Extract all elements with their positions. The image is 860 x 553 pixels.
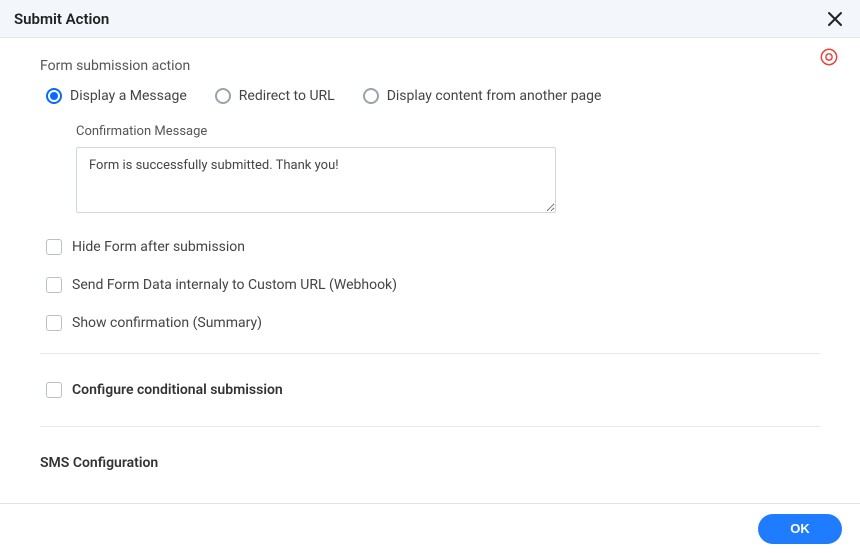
section-title: Form submission action	[40, 58, 820, 74]
divider	[40, 426, 820, 427]
lifebuoy-icon	[820, 48, 838, 66]
radio-label: Redirect to URL	[239, 88, 335, 104]
radio-icon	[215, 88, 231, 104]
help-button[interactable]	[820, 48, 838, 66]
checkbox-label: Hide Form after submission	[72, 239, 245, 255]
radio-label: Display content from another page	[387, 88, 602, 104]
radio-display-message[interactable]: Display a Message	[46, 88, 187, 104]
ok-button[interactable]: OK	[758, 514, 842, 544]
checkbox-label: Configure conditional submission	[72, 382, 283, 398]
radio-icon	[46, 88, 62, 104]
checkbox-webhook[interactable]: Send Form Data internaly to Custom URL (…	[40, 277, 820, 293]
checkbox-icon	[46, 277, 62, 293]
confirmation-block: Confirmation Message	[76, 124, 820, 217]
dialog-body-scroll[interactable]: Form submission action Display a Message…	[0, 38, 860, 503]
form-submission-section: Form submission action Display a Message…	[0, 38, 860, 471]
checkbox-icon	[46, 382, 62, 398]
checkbox-icon	[46, 239, 62, 255]
checkbox-summary[interactable]: Show confirmation (Summary)	[40, 315, 820, 331]
dialog-title: Submit Action	[14, 10, 109, 28]
confirmation-textarea[interactable]	[76, 147, 556, 213]
radio-label: Display a Message	[70, 88, 187, 104]
radio-icon	[363, 88, 379, 104]
divider	[40, 353, 820, 354]
radio-display-content[interactable]: Display content from another page	[363, 88, 602, 104]
sms-config-title: SMS Configuration	[40, 455, 820, 471]
checkbox-icon	[46, 315, 62, 331]
checkbox-hide-form[interactable]: Hide Form after submission	[40, 239, 820, 255]
checkbox-label: Send Form Data internaly to Custom URL (…	[72, 277, 397, 293]
close-button[interactable]	[824, 8, 846, 30]
dialog-header: Submit Action	[0, 0, 860, 38]
dialog-footer: OK	[0, 503, 860, 553]
checkbox-conditional-submission[interactable]: Configure conditional submission	[40, 382, 820, 398]
confirmation-label: Confirmation Message	[76, 124, 820, 139]
checkbox-label: Show confirmation (Summary)	[72, 315, 262, 331]
close-icon	[827, 11, 843, 27]
action-radio-group: Display a Message Redirect to URL Displa…	[40, 88, 820, 104]
radio-redirect-url[interactable]: Redirect to URL	[215, 88, 335, 104]
